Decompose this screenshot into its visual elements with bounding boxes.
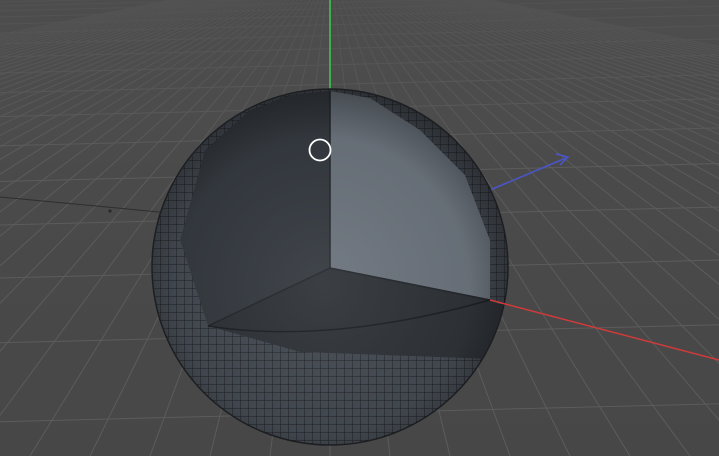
3d-viewport[interactable] [0, 0, 719, 456]
sphere-shading [152, 89, 508, 445]
viewport-canvas[interactable] [0, 0, 719, 456]
world-origin-dot [108, 209, 112, 213]
